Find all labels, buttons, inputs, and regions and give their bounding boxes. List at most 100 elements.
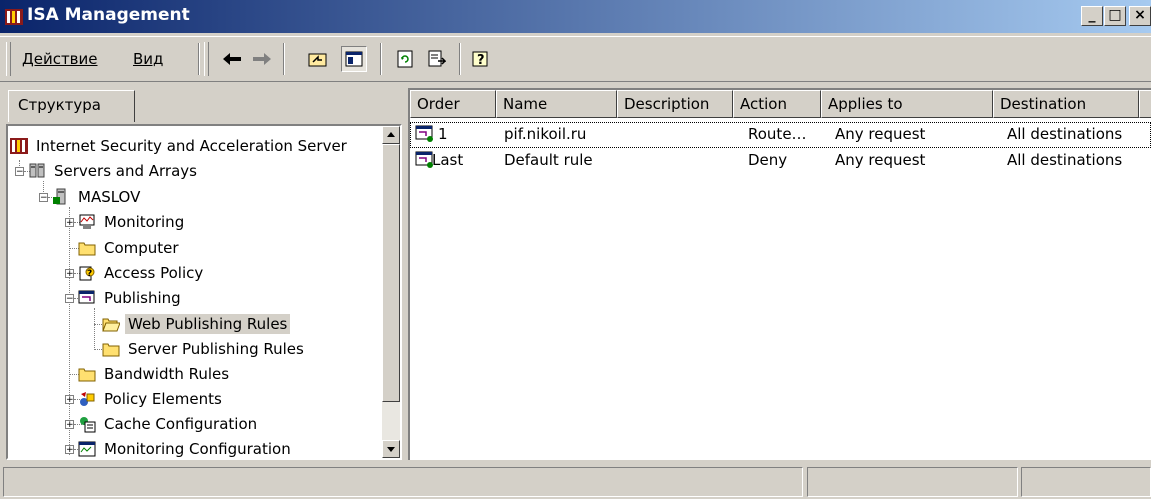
column-header-action[interactable]: Action: [733, 90, 821, 118]
toolbar-separator: [198, 43, 200, 75]
tree-pane: − − + + − + + + Internet Security and Ac…: [6, 124, 402, 460]
status-bar: [0, 464, 1151, 499]
tree-item-isa-server[interactable]: Internet Security and Acceleration Serve…: [10, 135, 350, 157]
window-title: ISA Management: [27, 5, 190, 25]
tree-item-label: Server Publishing Rules: [128, 340, 304, 358]
tree-item-label: Policy Elements: [104, 390, 222, 408]
collapse-button[interactable]: −: [65, 294, 74, 304]
cell-action: Deny: [748, 151, 788, 169]
back-icon: [223, 53, 241, 65]
column-header-description[interactable]: Description: [617, 90, 733, 118]
web-rule-icon: [415, 125, 433, 142]
status-panel: [807, 467, 1018, 497]
folder-icon: [78, 242, 96, 256]
tree-item-bandwidth-rules[interactable]: Bandwidth Rules: [78, 363, 232, 385]
open-folder-icon: [102, 318, 120, 332]
scrollbar-thumb[interactable]: [382, 144, 400, 402]
scroll-up-button[interactable]: [382, 126, 400, 144]
servers-icon: [29, 163, 45, 178]
column-header-name[interactable]: Name: [496, 90, 617, 118]
show-hide-tree-button[interactable]: [341, 46, 367, 72]
up-level-icon: [308, 53, 327, 67]
menu-grip[interactable]: [6, 42, 11, 76]
publishing-icon: [78, 290, 95, 304]
tree-item-publishing[interactable]: Publishing: [78, 287, 184, 309]
tree-item-servers-and-arrays[interactable]: Servers and Arrays: [28, 160, 200, 182]
column-header-order[interactable]: Order: [410, 90, 496, 118]
tree-item-server-publishing-rules[interactable]: Server Publishing Rules: [102, 338, 307, 360]
show-hide-tree-icon: [345, 51, 363, 67]
table-row[interactable]: Last Default rule Deny Any request All d…: [410, 148, 1151, 174]
column-header-destination[interactable]: Destination: [993, 90, 1139, 118]
tree-item-label: Publishing: [104, 289, 181, 307]
tree-item-policy-elements[interactable]: Policy Elements: [78, 388, 225, 410]
isa-server-icon: [5, 9, 23, 25]
forward-icon: [253, 53, 271, 65]
tree-item-computer[interactable]: Computer: [78, 237, 182, 259]
cell-name: pif.nikoil.ru: [504, 125, 587, 143]
arrow-down-icon: [387, 447, 395, 452]
menu-action[interactable]: Действие: [22, 50, 98, 68]
tree-item-label: MASLOV: [78, 188, 141, 206]
cell-action: Route…: [748, 125, 807, 143]
scroll-down-button[interactable]: [382, 440, 400, 458]
collapse-button[interactable]: −: [15, 167, 24, 177]
close-button[interactable]: ×: [1129, 6, 1151, 26]
folder-icon: [102, 343, 120, 357]
tree-scrollbar[interactable]: [382, 126, 400, 458]
tree-item-label: Bandwidth Rules: [104, 365, 230, 383]
cell-destination: All destinations: [1007, 125, 1123, 143]
expand-button[interactable]: +: [65, 420, 74, 430]
up-level-button[interactable]: [305, 46, 331, 72]
back-button[interactable]: [219, 46, 245, 72]
expand-button[interactable]: +: [65, 269, 74, 279]
tree-item-cache-configuration[interactable]: Cache Configuration: [78, 413, 260, 435]
tree-item-monitoring-configuration[interactable]: Monitoring Configuration: [78, 438, 294, 458]
svg-text:?: ?: [87, 269, 92, 279]
cell-order: 1: [438, 125, 448, 143]
cell-applies-to: Any request: [835, 151, 926, 169]
refresh-button[interactable]: [392, 46, 418, 72]
maximize-button[interactable]: □: [1104, 6, 1126, 26]
help-button[interactable]: ?: [468, 46, 494, 72]
policy-elements-icon: [80, 392, 95, 406]
table-row[interactable]: 1 pif.nikoil.ru Route… Any request All d…: [410, 122, 1151, 148]
svg-text:?: ?: [477, 53, 485, 68]
column-header-applies-to[interactable]: Applies to: [821, 90, 993, 118]
expand-button[interactable]: +: [65, 395, 74, 405]
cell-order: Last: [432, 151, 464, 169]
export-list-icon: [428, 50, 446, 67]
export-list-button[interactable]: [424, 46, 450, 72]
tree-item-label: Access Policy: [104, 264, 204, 282]
expand-button[interactable]: +: [65, 218, 74, 228]
expand-button[interactable]: +: [65, 445, 74, 455]
toolbar-separator: [283, 43, 285, 75]
tree-item-label: Internet Security and Acceleration Serve…: [36, 137, 347, 155]
tree-connector: [69, 207, 70, 455]
toolbar-separator: [380, 43, 382, 75]
tree-item-label: Monitoring: [104, 213, 185, 231]
collapse-button[interactable]: −: [39, 193, 48, 203]
isa-server-icon: [10, 138, 28, 154]
cache-icon: [80, 417, 96, 433]
monitoring-icon: [79, 214, 95, 229]
toolbar-grip[interactable]: [204, 42, 209, 76]
title-bar[interactable]: ISA Management _ □ ×: [0, 0, 1151, 33]
toolbar: Действие Вид ?: [0, 36, 1151, 82]
forward-button[interactable]: [249, 46, 275, 72]
server-icon: [53, 188, 66, 205]
tree-item-web-publishing-rules[interactable]: Web Publishing Rules: [102, 313, 291, 335]
tab-structure[interactable]: Структура: [8, 90, 135, 122]
menu-view[interactable]: Вид: [133, 50, 163, 68]
access-policy-icon: ?: [79, 266, 95, 281]
tree-item-access-policy[interactable]: ? Access Policy: [78, 262, 206, 284]
tree-item-maslov[interactable]: MASLOV: [52, 186, 143, 208]
folder-icon: [78, 368, 96, 382]
minimize-button[interactable]: _: [1081, 6, 1103, 26]
tree-item-label: Web Publishing Rules: [125, 314, 291, 334]
tree-item-label: Cache Configuration: [104, 415, 258, 433]
cell-destination: All destinations: [1007, 151, 1123, 169]
cell-name: Default rule: [504, 151, 593, 169]
column-header-extra: [1139, 90, 1151, 118]
tree-item-monitoring[interactable]: Monitoring: [78, 211, 187, 233]
